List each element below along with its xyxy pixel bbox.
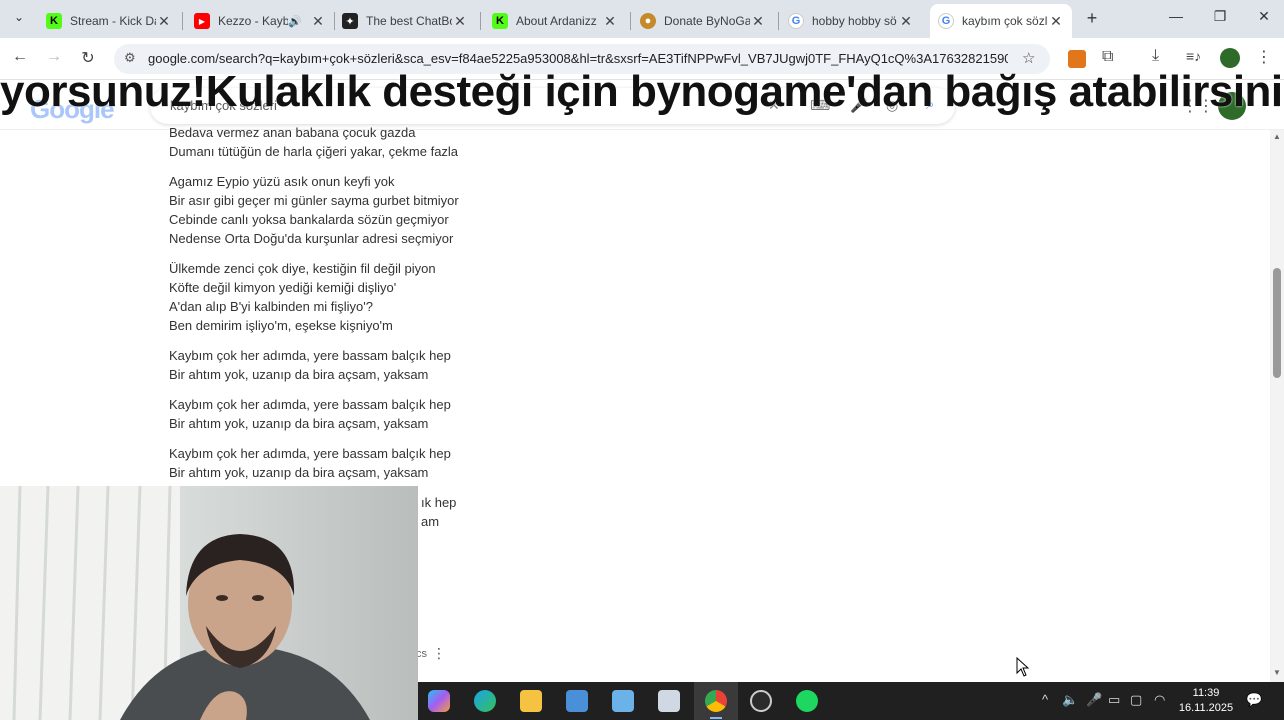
- stream-overlay-banner: yorsunuz!Kulaklık desteği için bynogame'…: [0, 67, 1284, 116]
- lyrics-line: Ben demirim işliyo'm, eşekse kişniyo'm: [169, 318, 393, 333]
- download-icon[interactable]: ⤓: [1152, 47, 1159, 65]
- lyrics-line: Bir ahtım yok, uzanıp da bira açsam, yak…: [169, 416, 429, 431]
- active-indicator: [710, 717, 722, 719]
- app-icon[interactable]: [566, 690, 588, 712]
- lyrics-line: Cebinde canlı yoksa bankalarda sözün geç…: [169, 212, 449, 227]
- windows-taskbar: ^ 🔈 🎤 ▭ ▢ ◠ 11:39 16.11.2025 💬: [418, 682, 1284, 720]
- tab-1[interactable]: ▶ Kezzo - Kayb 🔊 ✕: [186, 6, 334, 36]
- tab-separator: [778, 12, 779, 30]
- tab-separator: [480, 12, 481, 30]
- tab-0[interactable]: K Stream - Kick Da ✕: [38, 6, 180, 36]
- notification-icon[interactable]: 💬: [1246, 692, 1262, 708]
- microphone-icon[interactable]: 🎤: [1086, 692, 1102, 708]
- scroll-down-icon[interactable]: ▼: [1273, 668, 1281, 677]
- scroll-up-icon[interactable]: ▲: [1273, 132, 1281, 141]
- close-icon[interactable]: ✕: [1048, 13, 1064, 30]
- window-close-icon[interactable]: ✕: [1244, 8, 1284, 30]
- tab-6[interactable]: G kaybım çok sözle ✕: [930, 4, 1072, 38]
- minimize-icon[interactable]: —: [1156, 8, 1196, 30]
- tab-title: Stream - Kick Da: [70, 14, 156, 28]
- tab-title: hobby hobby sö: [812, 14, 897, 28]
- tab-2[interactable]: ✦ The best ChatBo ✕: [334, 6, 476, 36]
- media-control-icon[interactable]: ≡♪: [1186, 48, 1201, 64]
- tray-overflow-icon[interactable]: ^: [1042, 692, 1048, 707]
- lyrics-line: Kaybım çok her adımda, yere bassam balçı…: [169, 446, 451, 461]
- clock-date: 16.11.2025: [1178, 702, 1234, 714]
- kick-icon: K: [46, 13, 62, 29]
- lyrics-stanza: Ülkemde zenci çok diye, kestiğin fil değ…: [169, 259, 569, 335]
- youtube-icon: ▶: [194, 13, 210, 29]
- chrome-icon: [705, 690, 727, 712]
- lyrics-line: Bir ahtım yok, uzanıp da bira açsam, yak…: [169, 465, 429, 480]
- page-scrollbar[interactable]: ▲ ▼: [1270, 130, 1284, 682]
- lyrics-line: Nedense Orta Doğu'da kurşunlar adresi se…: [169, 231, 454, 246]
- google-icon: G: [788, 13, 804, 29]
- speaker-icon[interactable]: 🔊: [288, 15, 302, 28]
- obs-icon[interactable]: [750, 690, 772, 712]
- settings-app-icon[interactable]: [612, 690, 634, 712]
- tab-title: Donate ByNoGa: [664, 14, 750, 28]
- clock-time: 11:39: [1192, 687, 1220, 699]
- lyrics-block: Bedava vermez anan babana çocuk gazda Dum…: [169, 123, 569, 542]
- lyrics-line: Bir asır gibi geçer mi günler sayma gurb…: [169, 193, 459, 208]
- restore-icon[interactable]: ❐: [1200, 8, 1240, 30]
- lyrics-line: Bir ahtım yok, uzanıp da bira açsam, yak…: [169, 367, 429, 382]
- window-app-icon[interactable]: [658, 690, 680, 712]
- wifi-icon[interactable]: ◠: [1154, 692, 1165, 708]
- mouse-cursor-icon: [1016, 657, 1030, 677]
- lyrics-line: A'dan alıp B'yi kalbinden mi fişliyo'?: [169, 299, 373, 314]
- lyrics-stanza: Agamız Eypio yüzü asık onun keyfi yok Bir…: [169, 172, 569, 248]
- kick-icon: K: [492, 13, 508, 29]
- more-options-icon[interactable]: ⋮: [432, 645, 446, 662]
- close-icon[interactable]: ✕: [750, 13, 766, 30]
- chatbot-icon: ✦: [342, 13, 358, 29]
- lyrics-stanza: Kaybım çok her adımda, yere bassam balçı…: [169, 346, 569, 384]
- tab-strip: ⌄ K Stream - Kick Da ✕ ▶ Kezzo - Kayb 🔊 …: [0, 0, 1284, 38]
- webcam-feed-image: [0, 486, 418, 720]
- google-icon: G: [938, 13, 954, 29]
- lyrics-line: Kaybım çok her adımda, yere bassam balçı…: [169, 397, 451, 412]
- close-icon[interactable]: ✕: [602, 13, 618, 30]
- tab-title: Kezzo - Kayb: [218, 14, 289, 28]
- device-icon[interactable]: ▢: [1130, 692, 1142, 708]
- tab-title: About Ardanizz: [516, 14, 597, 28]
- close-icon[interactable]: ✕: [156, 13, 172, 30]
- lyrics-line: Dumanı tütüğün de harla çiğeri yakar, çe…: [169, 144, 459, 159]
- tab-title: The best ChatBo: [366, 14, 452, 28]
- tab-title: kaybım çok sözle: [962, 14, 1048, 28]
- lyrics-stanza: Kaybım çok her adımda, yere bassam balçı…: [169, 444, 569, 482]
- bynogame-icon: ●: [640, 13, 656, 29]
- scrollbar-thumb[interactable]: [1273, 268, 1281, 378]
- lyrics-stanza: Kaybım çok her adımda, yere bassam balçı…: [169, 395, 569, 433]
- close-icon[interactable]: ✕: [310, 13, 326, 30]
- tab-3[interactable]: K About Ardanizz ✕: [484, 6, 626, 36]
- new-tab-button[interactable]: +: [1082, 8, 1102, 28]
- file-explorer-icon[interactable]: [520, 690, 542, 712]
- close-icon[interactable]: ✕: [898, 13, 914, 30]
- lyrics-stanza: Bedava vermez anan babana çocuk gazda Dum…: [169, 123, 569, 161]
- spotify-icon[interactable]: [796, 690, 818, 712]
- lyrics-line: Kaybım çok her adımda, yere bassam balçı…: [169, 348, 451, 363]
- lyrics-line: Ülkemde zenci çok diye, kestiğin fil değ…: [169, 261, 436, 276]
- lyrics-line: Agamız Eypio yüzü asık onun keyfi yok: [169, 174, 395, 189]
- close-icon[interactable]: ✕: [452, 13, 468, 30]
- taskbar-clock[interactable]: 11:39 16.11.2025: [1176, 686, 1236, 716]
- volume-icon[interactable]: 🔈: [1062, 692, 1078, 708]
- chrome-taskbar-item[interactable]: [694, 682, 738, 720]
- tab-4[interactable]: ● Donate ByNoGa ✕: [632, 6, 774, 36]
- webcam-overlay: [0, 486, 418, 720]
- battery-icon[interactable]: ▭: [1108, 692, 1120, 708]
- copilot-icon[interactable]: [428, 690, 450, 712]
- tab-separator: [182, 12, 183, 30]
- lyrics-line: Bedava vermez anan babana çocuk gazda: [169, 125, 416, 140]
- lyrics-line: Köfte değil kimyon yediği kemiği dişliyo…: [169, 280, 397, 295]
- tab-separator: [630, 12, 631, 30]
- edge-icon[interactable]: [474, 690, 496, 712]
- tab-5[interactable]: G hobby hobby sö ✕: [780, 6, 922, 36]
- tab-search-chevron-icon[interactable]: ⌄: [10, 10, 28, 28]
